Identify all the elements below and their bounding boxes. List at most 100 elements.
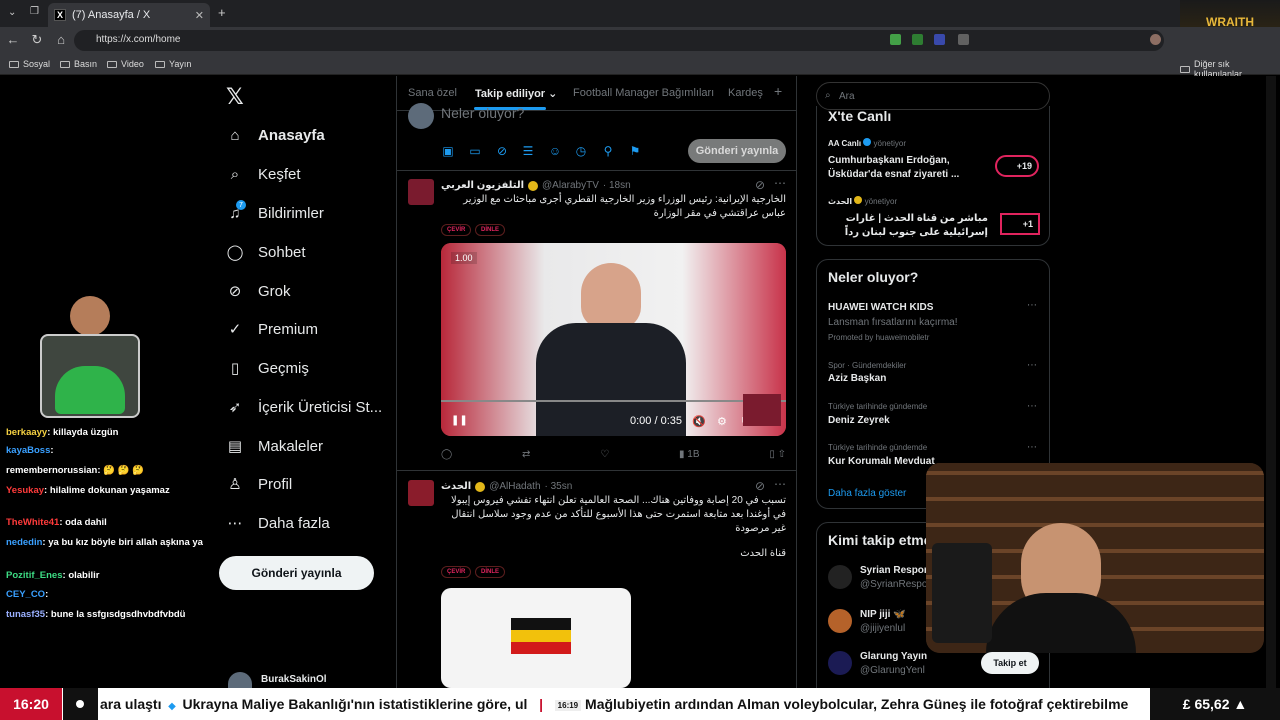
tweet[interactable]: الحدث @AlHadath · 35sn ⊘ ⋯ تسبب في 20 إص…: [397, 472, 796, 688]
bookmark-folder[interactable]: Sosyal: [9, 59, 50, 69]
listen-chip[interactable]: DİNLE: [475, 566, 505, 578]
add-tab-icon[interactable]: +: [774, 83, 782, 99]
extension-icon[interactable]: [912, 34, 923, 45]
live-listeners[interactable]: +19: [995, 155, 1039, 177]
author-name[interactable]: الحدث: [441, 481, 471, 492]
more-icon[interactable]: ⋯: [1027, 442, 1037, 453]
follow-button[interactable]: Takip et: [981, 652, 1039, 674]
live-title-text[interactable]: Cumhurbaşkanı Erdoğan, Üsküdar'da esnaf …: [828, 154, 968, 182]
follow-name[interactable]: NIP jiji 🦋: [860, 609, 906, 620]
tweet-video[interactable]: 1.00 ❚❚ 0:00 / 0:35 🔇 ⚙ ⧉ ⤢: [441, 243, 786, 436]
nav-grok[interactable]: ⊘ Grok: [226, 282, 291, 301]
nav-premium[interactable]: ✓ Premium: [226, 320, 318, 339]
more-icon[interactable]: ⋯: [1027, 360, 1037, 371]
author-handle[interactable]: @AlHadath: [489, 481, 540, 492]
more-icon[interactable]: ⋯: [1027, 401, 1037, 412]
emoji-icon[interactable]: ☺: [548, 144, 562, 158]
follow-avatar[interactable]: [828, 651, 852, 675]
translate-chip[interactable]: ÇEVİR: [441, 224, 472, 236]
trend-title[interactable]: Aziz Başkan: [828, 373, 886, 384]
nav-chat[interactable]: ◯ Sohbet: [226, 243, 306, 262]
new-tab-icon[interactable]: +: [218, 5, 226, 20]
url-input[interactable]: https://x.com/home: [74, 30, 1164, 51]
playback-speed[interactable]: 1.00: [451, 252, 477, 264]
nav-home[interactable]: ⌂ Anasayfa: [226, 126, 324, 144]
tweet-image[interactable]: [441, 588, 631, 688]
trend-title[interactable]: Deniz Zeyrek: [828, 415, 890, 426]
account-name[interactable]: BurakSakinOl: [261, 674, 327, 685]
follow-name[interactable]: Syrian Respon: [860, 565, 930, 576]
back-icon[interactable]: ←: [5, 32, 21, 47]
pause-icon[interactable]: ❚❚: [451, 415, 468, 426]
bookmark-folder[interactable]: Yayın: [155, 59, 191, 69]
show-more-link[interactable]: Daha fazla göster: [828, 488, 906, 499]
nav-bookmarks[interactable]: ▯ Geçmiş: [226, 359, 309, 378]
live-host[interactable]: الحدث yönetiyor: [828, 196, 897, 206]
nav-explore[interactable]: ⌕ Keşfet: [226, 165, 301, 183]
bookmark-icon[interactable]: ▯ ⇧: [769, 449, 786, 460]
browser-tab[interactable]: X (7) Anasayfa / X ✕: [48, 3, 210, 27]
extension-icon[interactable]: [890, 34, 901, 45]
listen-chip[interactable]: DİNLE: [475, 224, 505, 236]
follow-avatar[interactable]: [828, 565, 852, 589]
gif-icon[interactable]: ▭: [468, 144, 482, 158]
nav-creator-studio[interactable]: ➶ İçerik Üreticisi St...: [226, 398, 382, 417]
post-button[interactable]: Gönderi yayınla: [219, 556, 374, 590]
tab-for-you[interactable]: Sana özel: [408, 87, 457, 99]
tweet-avatar[interactable]: [408, 179, 434, 205]
trend-title[interactable]: Kur Korumalı Mevduat: [828, 456, 935, 467]
image-icon[interactable]: ▣: [441, 144, 455, 158]
nav-notifications[interactable]: ♫ 7 Bildirimler: [226, 200, 324, 222]
views[interactable]: ▮ 1B: [679, 449, 700, 460]
tab-list-icon[interactable]: ⌄: [8, 7, 16, 18]
tweet-avatar[interactable]: [408, 480, 434, 506]
repost-icon[interactable]: ⇄: [522, 449, 530, 460]
nav-profile[interactable]: ♙ Profil: [226, 475, 292, 494]
live-listeners[interactable]: +1: [1000, 213, 1040, 235]
live-title-text[interactable]: مباشر من قناة الحدث | غارات إسرائيلية عل…: [828, 212, 988, 240]
tab-kardes[interactable]: Kardeş: [728, 87, 763, 99]
nav-more[interactable]: ⋯ Daha fazla: [226, 514, 330, 533]
composer-input[interactable]: Neler oluyor?: [441, 105, 524, 121]
location-icon[interactable]: ⚲: [601, 144, 615, 158]
grok-icon[interactable]: ⊘: [755, 178, 765, 192]
send-post-button[interactable]: Gönderi yayınla: [688, 139, 786, 163]
flag-icon[interactable]: ⚑: [628, 144, 642, 158]
more-icon[interactable]: ⋯: [1027, 300, 1037, 311]
bookmark-folder[interactable]: Basın: [60, 59, 97, 69]
tweet-time[interactable]: · 18sn: [603, 180, 631, 191]
grok-icon[interactable]: ⊘: [755, 479, 765, 493]
extension-icon[interactable]: [934, 34, 945, 45]
profile-avatar[interactable]: [1150, 34, 1161, 45]
author-name[interactable]: التلفزيون العربي: [441, 180, 524, 191]
trend-title[interactable]: HUAWEI WATCH KIDS: [828, 302, 933, 313]
home-browser-icon[interactable]: ⌂: [53, 32, 69, 47]
close-tab-icon[interactable]: ✕: [195, 9, 204, 22]
tab-following[interactable]: Takip ediliyor ⌄: [475, 87, 557, 100]
follow-name[interactable]: Glarung Yayın: [860, 651, 927, 662]
like-icon[interactable]: ♡: [600, 449, 609, 460]
reply-icon[interactable]: ◯: [441, 449, 452, 460]
video-progress[interactable]: [441, 400, 786, 402]
live-host[interactable]: AA Canlı yönetiyor: [828, 138, 906, 148]
settings-icon[interactable]: ⚙: [717, 415, 727, 428]
tab-football-manager[interactable]: Football Manager Bağımlıları: [573, 87, 714, 99]
x-logo-icon[interactable]: 𝕏: [226, 84, 244, 110]
follow-avatar[interactable]: [828, 609, 852, 633]
schedule-icon[interactable]: ◷: [574, 144, 588, 158]
tweet[interactable]: التلفزيون العربي @AlarabyTV · 18sn ⊘ ⋯ ا…: [397, 171, 796, 471]
reload-icon[interactable]: ↻: [29, 32, 45, 48]
account-avatar[interactable]: [228, 672, 252, 688]
nav-articles[interactable]: ▤ Makaleler: [226, 437, 323, 456]
bookmark-folder[interactable]: Video: [107, 59, 144, 69]
mute-icon[interactable]: 🔇: [692, 415, 706, 428]
scrollbar[interactable]: [1266, 76, 1276, 688]
workspace-icon[interactable]: ❐: [30, 6, 39, 17]
more-options-icon[interactable]: ⋯: [774, 477, 786, 491]
translate-chip[interactable]: ÇEVİR: [441, 566, 472, 578]
extension-icon[interactable]: [958, 34, 969, 45]
author-handle[interactable]: @AlarabyTV: [542, 180, 599, 191]
grok-compose-icon[interactable]: ⊘: [495, 144, 509, 158]
more-options-icon[interactable]: ⋯: [774, 176, 786, 190]
tweet-time[interactable]: · 35sn: [545, 481, 573, 492]
